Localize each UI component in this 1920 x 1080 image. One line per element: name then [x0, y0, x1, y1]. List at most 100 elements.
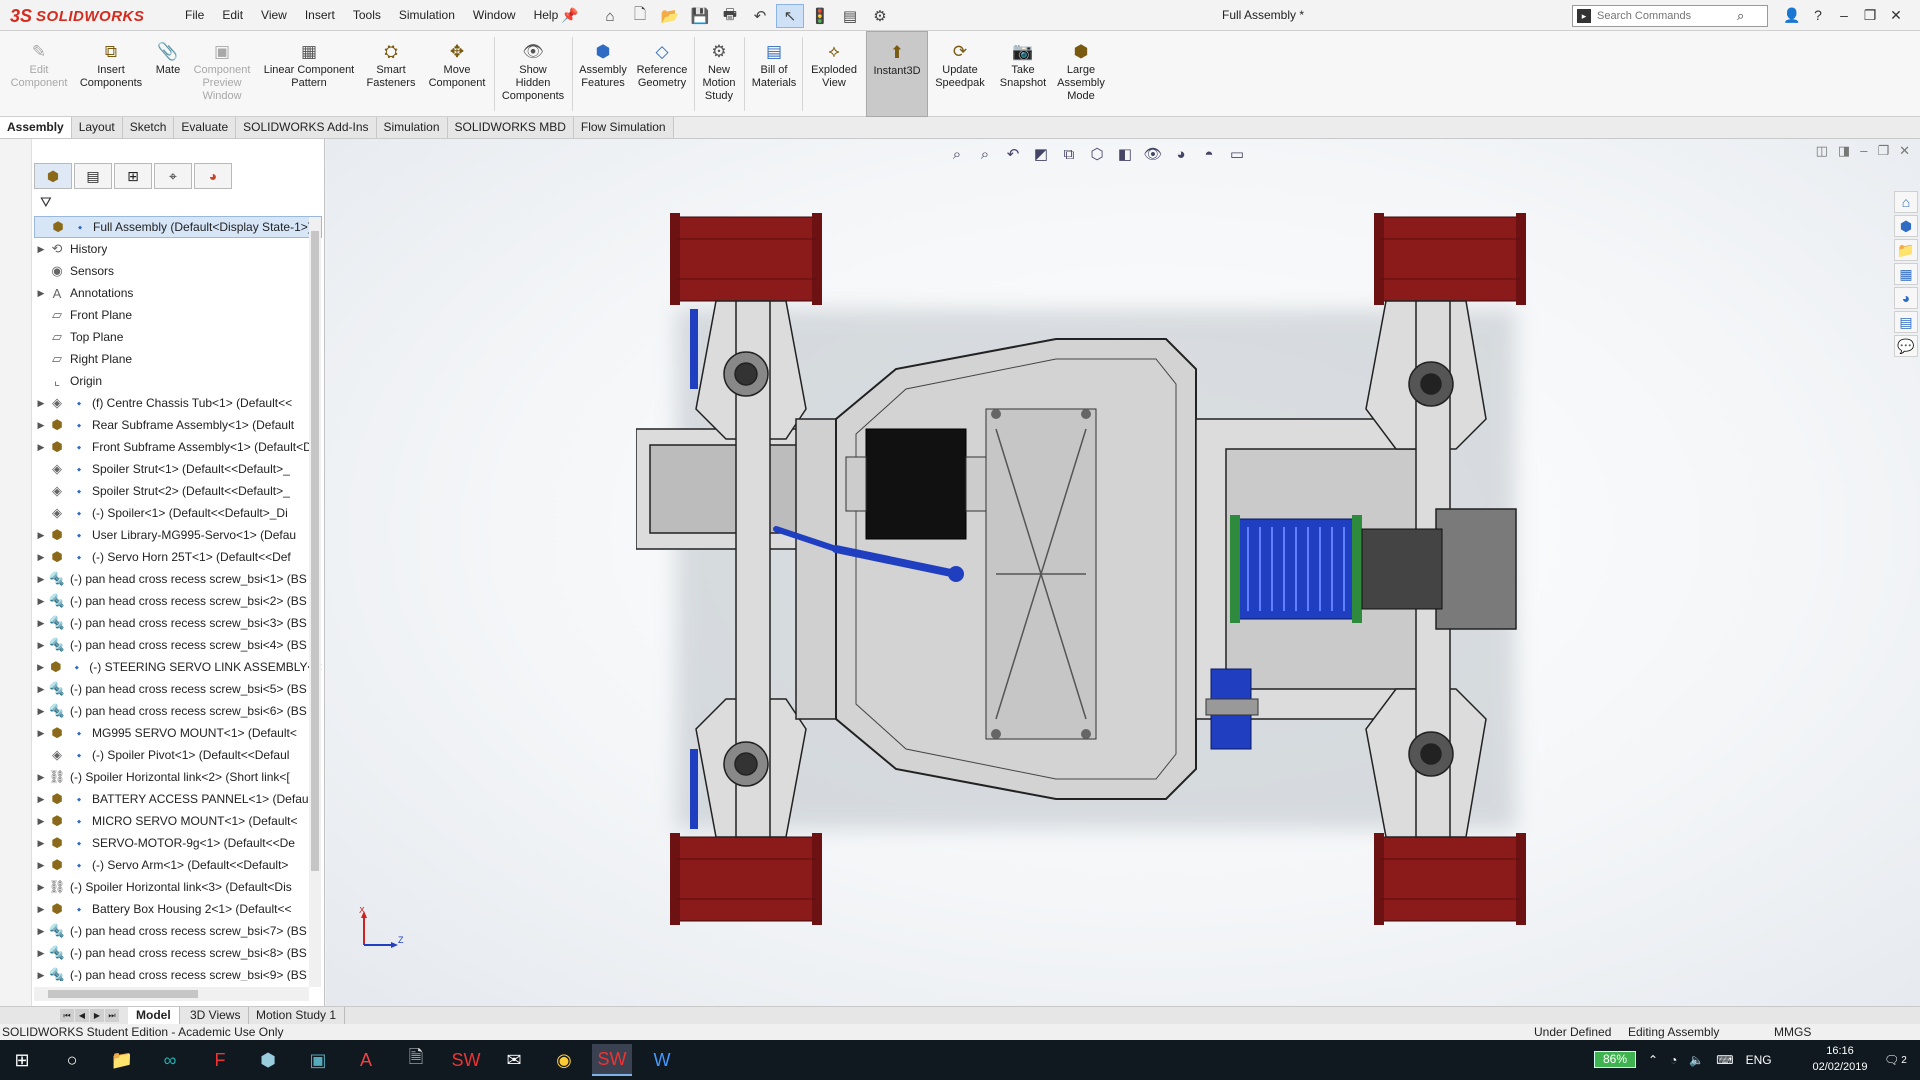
menu-file[interactable]: File	[176, 0, 213, 31]
window-app-icon[interactable]: ▣	[298, 1044, 338, 1076]
zoom-to-fit-icon[interactable]: ⌕	[946, 143, 968, 165]
exploded-view-button[interactable]: ⟡ Exploded View	[806, 31, 862, 117]
menu-simulation[interactable]: Simulation	[390, 0, 464, 31]
tree-item[interactable]: ◈ ⬩ Spoiler Strut<2> (Default<<Default>_	[34, 480, 322, 502]
expand-arrow-icon[interactable]: ▶	[34, 838, 48, 849]
windows-start-icon[interactable]: ⊞	[2, 1044, 42, 1076]
viewport-tile-right-icon[interactable]: ◨	[1838, 143, 1850, 159]
design-library-icon[interactable]: ⬢	[1894, 215, 1918, 237]
search-icon[interactable]: ⌕	[1737, 8, 1744, 24]
tab-simulation[interactable]: Simulation	[376, 117, 448, 138]
apply-scene-icon[interactable]: ◓	[1198, 143, 1220, 165]
clock[interactable]: 16:16 02/02/2019	[1800, 1043, 1880, 1075]
property-manager-tab-icon[interactable]: ▤	[74, 163, 112, 189]
minimize-icon[interactable]: –	[1832, 3, 1856, 27]
keyboard-icon[interactable]: ⌨	[1716, 1053, 1733, 1067]
tree-item[interactable]: ▶ ⬢ ⬩ User Library-MG995-Servo<1> (Defau	[34, 524, 322, 546]
expand-arrow-icon[interactable]: ▶	[34, 574, 48, 585]
rc-car-model[interactable]	[636, 209, 1656, 929]
tree-item[interactable]: ▶ ⬢ ⬩ Battery Box Housing 2<1> (Default<<	[34, 898, 322, 920]
expand-arrow-icon[interactable]: ▶	[34, 662, 47, 673]
move-component-button[interactable]: ✥ Move Component	[422, 31, 492, 117]
language-indicator[interactable]: ENG	[1746, 1053, 1772, 1067]
drive-motor[interactable]	[1230, 515, 1443, 623]
solidworks-2018-icon[interactable]: SW	[446, 1044, 486, 1076]
expand-arrow-icon[interactable]: ▶	[34, 398, 48, 409]
select-icon[interactable]: ↖	[776, 4, 804, 28]
arduino-icon[interactable]: ∞	[150, 1044, 190, 1076]
mg995-servo[interactable]	[845, 428, 987, 540]
new-motion-study-button[interactable]: ⚙ New Motion Study	[696, 31, 742, 117]
first-tab-icon[interactable]: ⏮	[60, 1009, 74, 1022]
viewport-minimize-icon[interactable]: –	[1860, 143, 1867, 159]
expand-arrow-icon[interactable]: ▶	[34, 244, 48, 255]
document-app-icon[interactable]: 🗎	[396, 1044, 436, 1076]
smart-fasteners-button[interactable]: ⛭ Smart Fasteners	[364, 31, 418, 117]
expand-arrow-icon[interactable]: ▶	[34, 596, 48, 607]
micro-servo[interactable]	[1205, 668, 1259, 750]
bill-of-materials-button[interactable]: ▤ Bill of Materials	[748, 31, 800, 117]
feature-manager-tab-icon[interactable]: ⬢	[34, 163, 72, 189]
expand-arrow-icon[interactable]: ▶	[34, 882, 48, 893]
expand-arrow-icon[interactable]: ▶	[34, 948, 48, 959]
tree-item[interactable]: ▱ Top Plane	[34, 326, 322, 348]
tab-sketch[interactable]: Sketch	[122, 117, 175, 138]
tree-item[interactable]: ▶ 🔩 (-) pan head cross recess screw_bsi<1>…	[34, 568, 322, 590]
search-commands[interactable]: ▸ ⌕	[1572, 5, 1768, 27]
forum-icon[interactable]: 💬	[1894, 335, 1918, 357]
rear-shock-right[interactable]	[690, 749, 698, 829]
solidworks-active-icon[interactable]: SW	[592, 1044, 632, 1076]
tab-model[interactable]: Model	[128, 1007, 180, 1024]
tree-item[interactable]: ▶ 🔩 (-) pan head cross recess screw_bsi<3>…	[34, 612, 322, 634]
expand-arrow-icon[interactable]: ▶	[34, 816, 48, 827]
reference-geometry-button[interactable]: ◇ Reference Geometry	[632, 31, 692, 117]
expand-arrow-icon[interactable]: ▶	[34, 706, 48, 717]
tree-item[interactable]: ▶ 🔩 (-) pan head cross recess screw_bsi<6>…	[34, 700, 322, 722]
menu-edit[interactable]: Edit	[213, 0, 252, 31]
battery-indicator[interactable]: 86%	[1594, 1051, 1636, 1068]
zoom-to-area-icon[interactable]: ⌕	[974, 143, 996, 165]
tree-item[interactable]: ▱ Right Plane	[34, 348, 322, 370]
expand-arrow-icon[interactable]: ▶	[34, 288, 48, 299]
insert-components-button[interactable]: ⧉ Insert Components	[76, 31, 146, 117]
tray-expand-icon[interactable]: ⌃	[1648, 1053, 1658, 1067]
wheel-rear-left[interactable]	[670, 213, 822, 305]
wheel-front-right[interactable]	[1374, 833, 1526, 925]
expand-arrow-icon[interactable]: ▶	[34, 684, 48, 695]
filter-icon[interactable]: ⛛	[40, 194, 52, 211]
acrobat-icon[interactable]: A	[346, 1044, 386, 1076]
expand-arrow-icon[interactable]: ▶	[34, 530, 48, 541]
new-document-icon[interactable]: 🗋	[626, 4, 654, 28]
view-orientation-icon[interactable]: ⬡	[1086, 143, 1108, 165]
notification-center[interactable]: 🗨 2	[1884, 1040, 1907, 1080]
tree-item[interactable]: ▶ ⬢ ⬩ Front Subframe Assembly<1> (Default<D…	[34, 436, 322, 458]
appearances-icon[interactable]: ◕	[1894, 287, 1918, 309]
viewport-maximize-icon[interactable]: ❐	[1877, 143, 1889, 159]
options-gear-icon[interactable]: ⚙	[866, 4, 894, 28]
hide-show-icon[interactable]: 👁	[1142, 143, 1164, 165]
menu-view[interactable]: View	[252, 0, 296, 31]
view-settings-icon[interactable]: ▭	[1226, 143, 1248, 165]
expand-arrow-icon[interactable]: ▶	[34, 904, 48, 915]
traffic-light-icon[interactable]: 🚦	[806, 4, 834, 28]
search-input[interactable]	[1597, 10, 1737, 22]
tree-item[interactable]: ⬢ ⬩ Full Assembly (Default<Display State-1…	[34, 216, 322, 238]
open-icon[interactable]: 📂	[656, 4, 684, 28]
component-preview-button[interactable]: ▣ Component Preview Window	[190, 31, 254, 117]
mail-icon[interactable]: ✉	[494, 1044, 534, 1076]
custom-properties-icon[interactable]: ▤	[1894, 311, 1918, 333]
close-icon[interactable]: ✕	[1884, 3, 1908, 27]
wheel-rear-right[interactable]	[670, 833, 822, 925]
tree-item[interactable]: ▶ 🔩 (-) pan head cross recess screw_bsi<2>…	[34, 590, 322, 612]
viewport-close-icon[interactable]: ✕	[1899, 143, 1910, 159]
section-view-icon[interactable]: ◩	[1030, 143, 1052, 165]
expand-arrow-icon[interactable]: ▶	[34, 420, 48, 431]
status-units[interactable]: MMGS	[1774, 1024, 1811, 1040]
tree-item[interactable]: ▶ 🔩 (-) pan head cross recess screw_bsi<5>…	[34, 678, 322, 700]
expand-arrow-icon[interactable]: ▶	[34, 618, 48, 629]
volume-icon[interactable]: 🔈	[1689, 1053, 1704, 1067]
edit-appearance-icon[interactable]: ◕	[1170, 143, 1192, 165]
tree-item[interactable]: ▶ 🔩 (-) pan head cross recess screw_bsi<8>…	[34, 942, 322, 964]
expand-arrow-icon[interactable]: ▶	[34, 772, 48, 783]
tab-motion-study-1[interactable]: Motion Study 1	[248, 1007, 346, 1024]
